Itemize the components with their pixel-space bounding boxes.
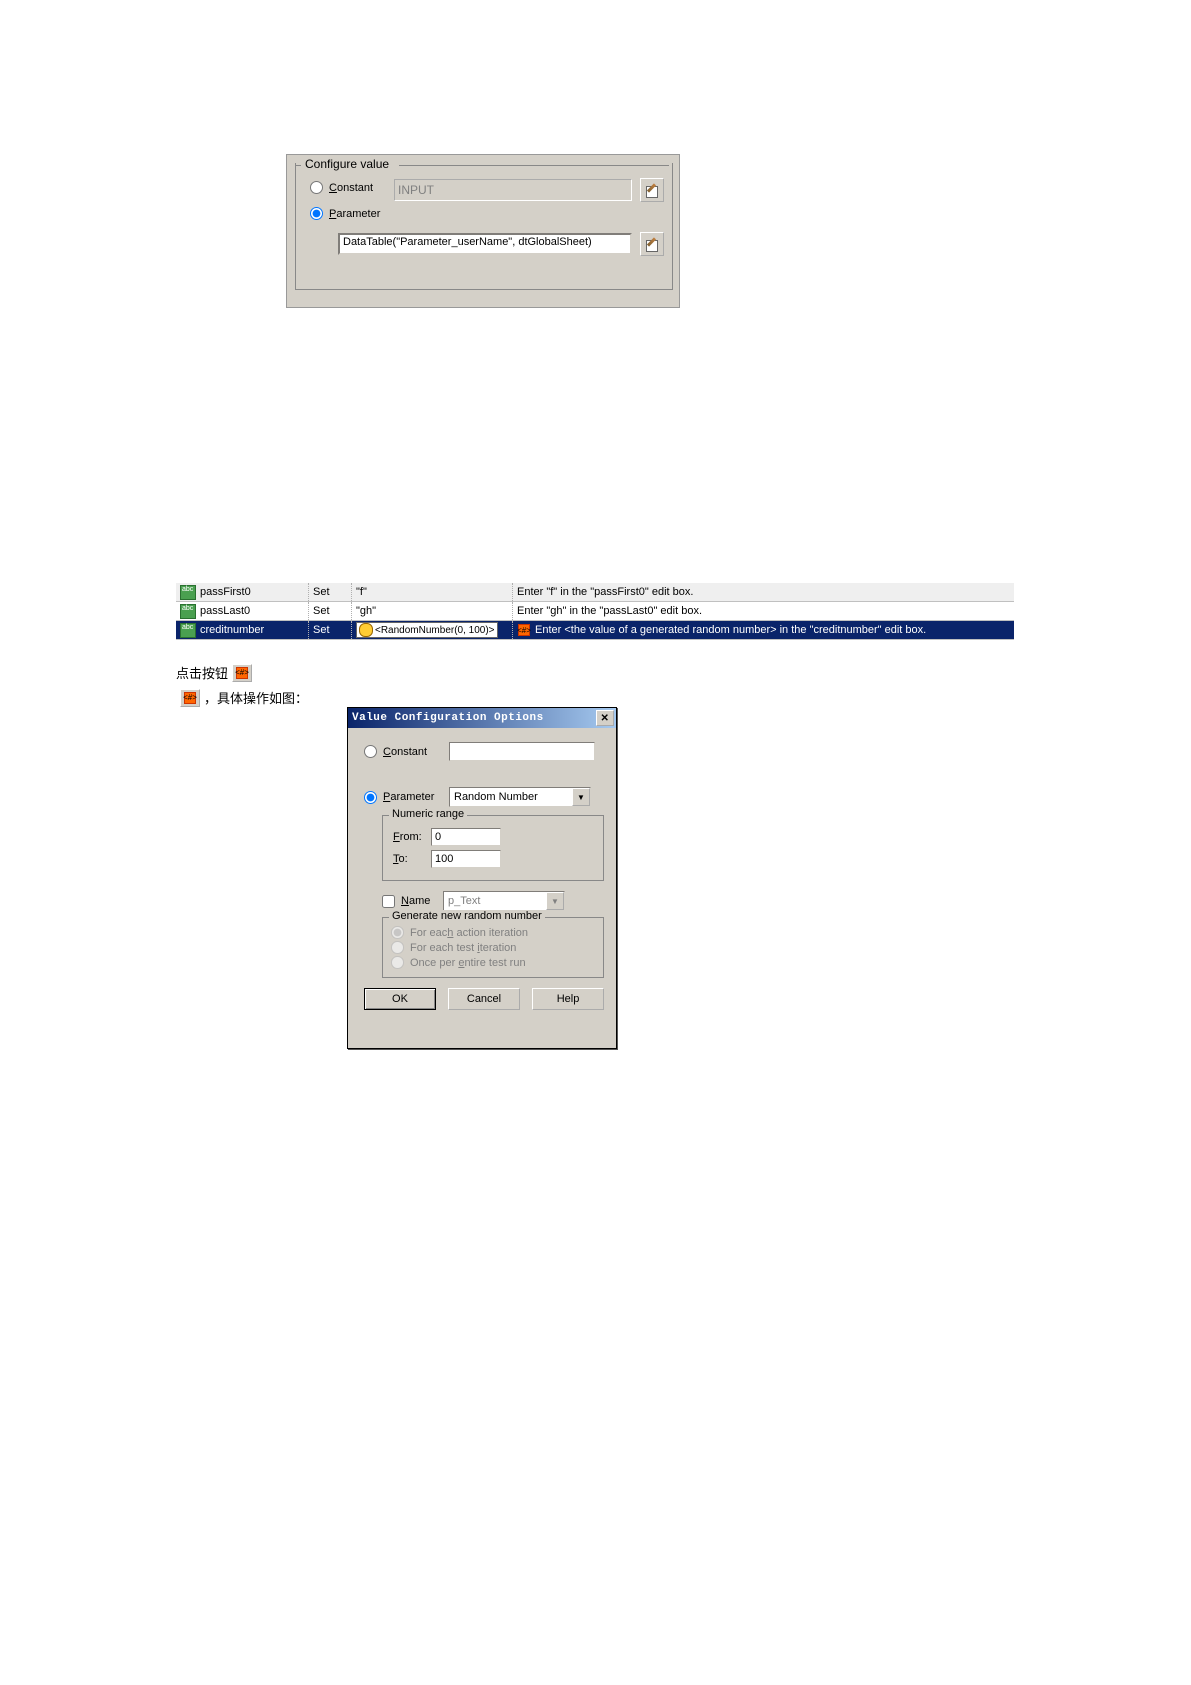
parameter-value-field[interactable]: DataTable("Parameter_userName", dtGlobal… [338, 233, 632, 255]
instruction-line-1: 点击按钮 <#> [176, 663, 256, 682]
item-name: passFirst0 [200, 586, 251, 598]
generate-legend: Generate new random number [389, 910, 545, 922]
pencil-icon [645, 237, 659, 251]
name-select: p_Text ▼ [443, 891, 565, 911]
cancel-button[interactable]: Cancel [448, 988, 520, 1010]
to-label: To: [393, 853, 431, 865]
parameter-radio[interactable] [310, 207, 323, 220]
dlg-constant-radio[interactable] [364, 745, 377, 758]
item-name: passLast0 [200, 605, 250, 617]
doc-cell: Enter "gh" in the "passLast0" edit box. [513, 602, 1014, 620]
webedit-icon [180, 623, 196, 638]
random-icon [359, 623, 373, 637]
numeric-range-group: Numeric range From: To: [382, 815, 604, 881]
table-row-selected[interactable]: creditnumber Set <RandomNumber(0, 100)> … [176, 621, 1014, 640]
value-config-dialog: Value Configuration Options ✕ Constant P… [347, 707, 617, 1049]
dropdown-button: ▼ [546, 892, 564, 910]
gen-once-radio [391, 956, 404, 969]
dlg-parameter-select[interactable]: Random Number ▼ [449, 787, 591, 807]
generate-group: Generate new random number For each acti… [382, 917, 604, 978]
name-label: Name [401, 895, 443, 907]
dlg-constant-input[interactable] [449, 742, 595, 761]
dropdown-button[interactable]: ▼ [572, 788, 590, 806]
pencil-icon [645, 183, 659, 197]
gen-once-label: Once per entire test run [410, 957, 526, 969]
numeric-range-legend: Numeric range [389, 808, 467, 820]
dialog-title: Value Configuration Options [352, 712, 596, 724]
to-input[interactable] [431, 850, 501, 868]
doc-cell: Enter <the value of a generated random n… [535, 624, 926, 636]
value-cell: "gh" [352, 602, 513, 620]
from-label: From: [393, 831, 431, 843]
gen-test-label: For each test iteration [410, 942, 516, 954]
configure-value-panel: Configure value Constant Parameter DataT… [286, 154, 680, 308]
value-cell: "f" [352, 583, 513, 601]
gen-action-label: For each action iteration [410, 927, 528, 939]
operation-cell: Set [309, 621, 352, 639]
configure-icon[interactable]: <#> [517, 623, 531, 637]
doc-cell: Enter "f" in the "passFirst0" edit box. [513, 583, 1014, 601]
gen-action-radio [391, 926, 404, 939]
help-button[interactable]: Help [532, 988, 604, 1010]
parameter-label: Parameter [329, 208, 380, 220]
constant-edit-button[interactable] [640, 178, 664, 202]
configure-icon-inline: <#> [232, 664, 252, 682]
keyword-grid: passFirst0 Set "f" Enter "f" in the "pas… [176, 583, 1014, 640]
constant-label: Constant [329, 182, 373, 194]
webedit-icon [180, 604, 196, 619]
dialog-titlebar: Value Configuration Options ✕ [348, 708, 616, 728]
close-button[interactable]: ✕ [596, 710, 614, 726]
parameter-edit-button[interactable] [640, 232, 664, 256]
instruction-line-2: <#> ，具体操作如图： [176, 688, 308, 707]
item-name: creditnumber [200, 624, 264, 636]
constant-radio[interactable] [310, 181, 323, 194]
operation-cell: Set [309, 602, 352, 620]
dlg-parameter-label: Parameter [383, 791, 449, 803]
webedit-icon [180, 585, 196, 600]
constant-input [394, 179, 632, 201]
name-checkbox[interactable] [382, 895, 395, 908]
dlg-constant-label: Constant [383, 746, 449, 758]
table-row[interactable]: passFirst0 Set "f" Enter "f" in the "pas… [176, 583, 1014, 602]
operation-cell: Set [309, 583, 352, 601]
parameter-pill: <RandomNumber(0, 100)> [356, 622, 498, 638]
from-input[interactable] [431, 828, 501, 846]
gen-test-radio [391, 941, 404, 954]
configure-icon-inline: <#> [180, 689, 200, 707]
ok-button[interactable]: OK [364, 988, 436, 1010]
table-row[interactable]: passLast0 Set "gh" Enter "gh" in the "pa… [176, 602, 1014, 621]
dlg-parameter-radio[interactable] [364, 791, 377, 804]
